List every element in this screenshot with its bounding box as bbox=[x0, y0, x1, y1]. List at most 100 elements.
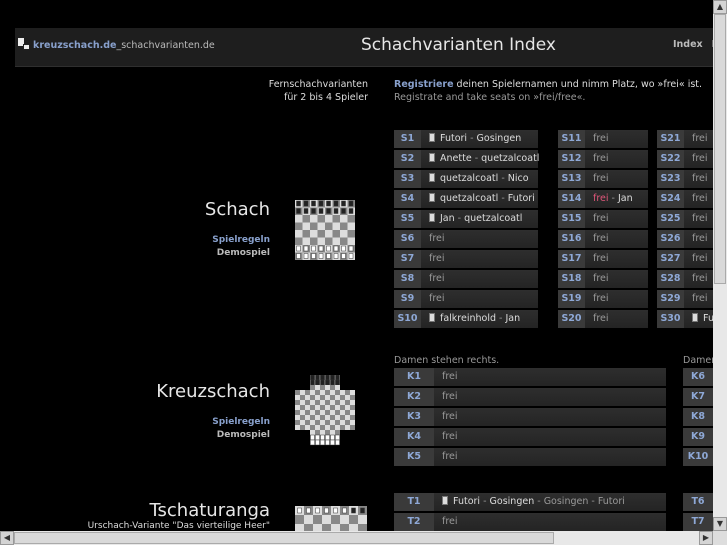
seat-player-name[interactable]: frei bbox=[593, 193, 609, 204]
seat-player-name[interactable]: frei bbox=[442, 371, 458, 382]
seat-players[interactable]: frei bbox=[593, 250, 609, 268]
seat-row[interactable]: K7 bbox=[683, 388, 713, 406]
seat-row[interactable]: S18 frei bbox=[558, 270, 648, 288]
seat-players[interactable]: frei bbox=[593, 290, 609, 308]
seat-player-name[interactable]: quetzalcoatl bbox=[481, 153, 539, 164]
seat-row[interactable]: S25 frei bbox=[657, 210, 713, 228]
seat-player-name[interactable]: frei bbox=[429, 293, 445, 304]
seat-player-name[interactable]: quetzalcoatl bbox=[440, 173, 498, 184]
seat-row[interactable]: S27 frei bbox=[657, 250, 713, 268]
seat-players[interactable]: frei bbox=[593, 130, 609, 148]
seat-players[interactable]: frei bbox=[692, 210, 708, 228]
seat-player-name[interactable]: falkreinhold bbox=[440, 313, 496, 324]
seat-row[interactable]: S10 falkreinhold - Jan bbox=[394, 310, 538, 328]
seat-row[interactable]: K2 frei bbox=[394, 388, 666, 406]
seat-players[interactable]: frei bbox=[593, 150, 609, 168]
seat-player-name[interactable]: frei bbox=[593, 313, 609, 324]
seat-players[interactable]: Jan - quetzalcoatl bbox=[429, 210, 522, 228]
seat-player-name[interactable]: Gosingen bbox=[544, 496, 589, 507]
seat-row[interactable]: S5 Jan - quetzalcoatl bbox=[394, 210, 538, 228]
seat-players[interactable]: Futori - Gosingen bbox=[429, 130, 521, 148]
rules-link-kreuzschach[interactable]: Spielregeln bbox=[212, 417, 270, 427]
seat-players[interactable]: frei bbox=[692, 270, 708, 288]
seat-players[interactable]: frei bbox=[442, 428, 458, 446]
seat-row[interactable]: S12 frei bbox=[558, 150, 648, 168]
seat-row[interactable]: K6 bbox=[683, 368, 713, 386]
seat-players[interactable]: frei bbox=[692, 290, 708, 308]
seat-player-name[interactable]: frei bbox=[692, 193, 708, 204]
seat-players[interactable]: frei bbox=[429, 290, 445, 308]
seat-player-name[interactable]: Jan bbox=[505, 313, 520, 324]
seat-row[interactable]: S14 frei - Jan bbox=[558, 190, 648, 208]
seat-players[interactable]: falkreinhold - Jan bbox=[429, 310, 520, 328]
seat-player-name[interactable]: Nico bbox=[508, 173, 529, 184]
seat-players[interactable]: frei bbox=[442, 388, 458, 406]
seat-row[interactable]: K10 bbox=[683, 448, 713, 466]
seat-players[interactable]: frei bbox=[692, 190, 708, 208]
seat-row[interactable]: S17 frei bbox=[558, 250, 648, 268]
seat-player-name[interactable]: frei bbox=[593, 273, 609, 284]
demo-link-schach[interactable]: Demospiel bbox=[217, 248, 270, 258]
seat-row[interactable]: K8 bbox=[683, 408, 713, 426]
seat-row[interactable]: S22 frei bbox=[657, 150, 713, 168]
seat-player-name[interactable]: Gosingen bbox=[490, 496, 535, 507]
seat-players[interactable]: frei bbox=[442, 448, 458, 466]
site-logo-link[interactable]: kreuzschach.de_schachvarianten.de bbox=[33, 40, 215, 51]
seat-player-name[interactable]: frei bbox=[593, 133, 609, 144]
scroll-right-arrow-icon[interactable]: ▶ bbox=[699, 531, 713, 545]
seat-player-name[interactable]: frei bbox=[593, 293, 609, 304]
seat-players[interactable]: frei bbox=[692, 230, 708, 248]
horizontal-scroll-thumb[interactable] bbox=[14, 532, 554, 544]
seat-player-name[interactable]: frei bbox=[593, 153, 609, 164]
seat-player-name[interactable]: frei bbox=[593, 213, 609, 224]
seat-players[interactable]: frei bbox=[593, 310, 609, 328]
seat-players[interactable]: Fu bbox=[692, 310, 713, 328]
seat-players[interactable]: frei bbox=[429, 230, 445, 248]
seat-row[interactable]: S3 quetzalcoatl - Nico bbox=[394, 170, 538, 188]
seat-player-name[interactable]: Gosingen bbox=[477, 133, 522, 144]
rules-link-schach[interactable]: Spielregeln bbox=[212, 235, 270, 245]
seat-row[interactable]: S13 frei bbox=[558, 170, 648, 188]
seat-players[interactable]: Anette - quetzalcoatl bbox=[429, 150, 539, 168]
seat-row[interactable]: S9 frei bbox=[394, 290, 538, 308]
seat-players[interactable]: Futori - Gosingen - Gosingen - Futori bbox=[442, 493, 625, 511]
seat-players[interactable]: frei - Jan bbox=[593, 190, 633, 208]
seat-player-name[interactable]: frei bbox=[442, 451, 458, 462]
seat-row[interactable]: S7 frei bbox=[394, 250, 538, 268]
seat-row[interactable]: S30 Fu bbox=[657, 310, 713, 328]
seat-player-name[interactable]: frei bbox=[692, 273, 708, 284]
vertical-scrollbar[interactable]: ▲ ▼ bbox=[713, 0, 727, 531]
seat-player-name[interactable]: quetzalcoatl bbox=[440, 193, 498, 204]
cross-board-icon[interactable] bbox=[295, 375, 355, 447]
seat-players[interactable]: quetzalcoatl - Nico bbox=[429, 170, 529, 188]
nav-link-index[interactable]: Index bbox=[673, 39, 703, 50]
seat-player-name[interactable]: frei bbox=[692, 253, 708, 264]
seat-player-name[interactable]: frei bbox=[692, 133, 708, 144]
seat-player-name[interactable]: frei bbox=[442, 431, 458, 442]
vertical-scroll-thumb[interactable] bbox=[714, 14, 726, 284]
seat-row[interactable]: S2 Anette - quetzalcoatl bbox=[394, 150, 539, 168]
seat-player-name[interactable]: Fu bbox=[703, 313, 713, 324]
seat-row[interactable]: S28 frei bbox=[657, 270, 713, 288]
seat-player-name[interactable]: frei bbox=[593, 253, 609, 264]
chaturanga-board-icon[interactable] bbox=[295, 506, 367, 531]
seat-row[interactable]: S29 frei bbox=[657, 290, 713, 308]
seat-players[interactable]: frei bbox=[692, 170, 708, 188]
seat-player-name[interactable]: frei bbox=[692, 293, 708, 304]
seat-row[interactable]: T6 bbox=[683, 493, 713, 511]
seat-player-name[interactable]: frei bbox=[442, 516, 458, 527]
scroll-left-arrow-icon[interactable]: ◀ bbox=[0, 531, 14, 545]
horizontal-scrollbar[interactable]: ◀ ▶ bbox=[0, 531, 713, 545]
seat-row[interactable]: S23 frei bbox=[657, 170, 713, 188]
seat-players[interactable]: frei bbox=[692, 250, 708, 268]
seat-player-name[interactable]: Jan bbox=[618, 193, 633, 204]
seat-row[interactable]: S8 frei bbox=[394, 270, 538, 288]
seat-row[interactable]: S21 frei bbox=[657, 130, 713, 148]
seat-player-name[interactable]: frei bbox=[692, 153, 708, 164]
chess-board-icon[interactable] bbox=[295, 194, 355, 266]
seat-row[interactable]: K1 frei bbox=[394, 368, 666, 386]
seat-row[interactable]: S15 frei bbox=[558, 210, 648, 228]
seat-players[interactable]: frei bbox=[429, 250, 445, 268]
scroll-up-arrow-icon[interactable]: ▲ bbox=[713, 0, 727, 14]
seat-player-name[interactable]: frei bbox=[692, 173, 708, 184]
